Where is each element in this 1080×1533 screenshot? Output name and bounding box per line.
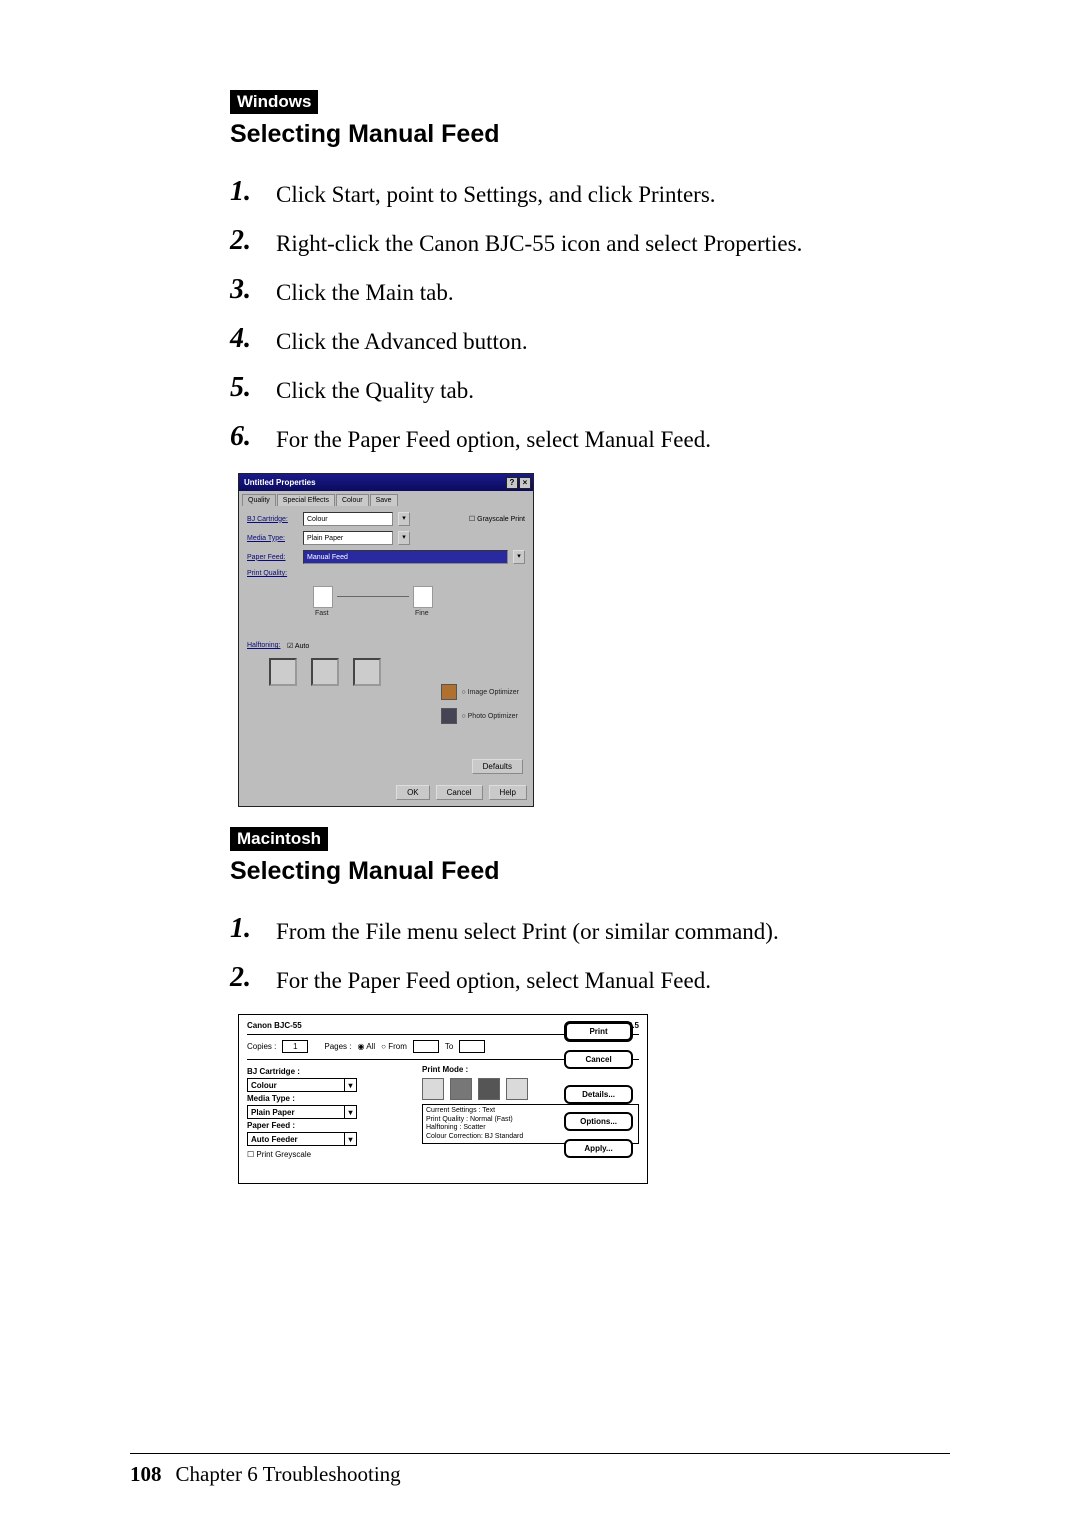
pages-label: Pages : (324, 1042, 351, 1051)
tabs: Quality Special Effects Colour Save (239, 491, 533, 506)
slider-fine-label: Fine (415, 610, 429, 617)
windows-steps: 1.Click Start, point to Settings, and cl… (230, 179, 950, 455)
print-button[interactable]: Print (564, 1021, 633, 1042)
image-optimizer-option[interactable]: ○ Image Optimizer (441, 684, 519, 700)
bj-cartridge-select[interactable]: Colour (303, 512, 393, 526)
chapter-label: Chapter 6 Troubleshooting (176, 1462, 401, 1487)
halftone-option[interactable] (353, 658, 381, 686)
bj-cartridge-select[interactable]: Colour▾ (247, 1078, 357, 1092)
step: 1.Click Start, point to Settings, and cl… (230, 179, 950, 210)
halftone-option[interactable] (311, 658, 339, 686)
pages-all-radio[interactable]: ◉ All (358, 1042, 376, 1051)
step-text: For the Paper Feed option, select Manual… (276, 968, 711, 993)
paper-feed-label: Paper Feed : (247, 1121, 412, 1130)
macintosh-title: Selecting Manual Feed (230, 857, 950, 886)
section-macintosh: Macintosh Selecting Manual Feed 1.From t… (230, 827, 950, 1184)
dialog-title: Untitled Properties (244, 478, 316, 487)
dialog-product: Canon BJC-55 (247, 1021, 302, 1030)
step: 5.Click the Quality tab. (230, 375, 950, 406)
step: 2.Right-click the Canon BJC-55 icon and … (230, 228, 950, 259)
step-text: Click the Advanced button. (276, 329, 528, 354)
mode-option[interactable] (450, 1078, 472, 1100)
step-text: Click the Main tab. (276, 280, 454, 305)
help-icon[interactable]: ? (506, 477, 518, 489)
step: 4.Click the Advanced button. (230, 326, 950, 357)
paper-feed-label: Paper Feed: (247, 554, 297, 561)
step: 2.For the Paper Feed option, select Manu… (230, 965, 950, 996)
windows-badge: Windows (230, 90, 318, 114)
grayscale-checkbox-label[interactable]: ☐ Grayscale Print (469, 515, 525, 523)
slider-fast-label: Fast (315, 610, 329, 617)
mac-print-dialog: Canon BJC-55 Version 3.5 Copies : 1 Page… (238, 1014, 648, 1184)
ok-button[interactable]: OK (396, 785, 430, 800)
cancel-button[interactable]: Cancel (436, 785, 483, 800)
media-type-select[interactable]: Plain Paper▾ (247, 1105, 357, 1119)
options-button[interactable]: Options... (564, 1112, 633, 1131)
mode-option[interactable] (422, 1078, 444, 1100)
macintosh-steps: 1.From the File menu select Print (or si… (230, 916, 950, 996)
to-label: To (445, 1042, 453, 1051)
step-text: From the File menu select Print (or simi… (276, 919, 779, 944)
dropdown-arrow-icon[interactable]: ▾ (398, 531, 410, 545)
tab-save[interactable]: Save (370, 494, 398, 506)
step-text: Click the Quality tab. (276, 378, 474, 403)
page-footer: 108 Chapter 6 Troubleshooting (130, 1453, 950, 1487)
paper-feed-select[interactable]: Auto Feeder▾ (247, 1132, 357, 1146)
print-quality-slider[interactable]: Fast Fine (247, 580, 525, 636)
media-type-select[interactable]: Plain Paper (303, 531, 393, 545)
tab-special-effects[interactable]: Special Effects (277, 494, 335, 506)
paper-feed-select[interactable]: Manual Feed (303, 550, 508, 564)
step: 1.From the File menu select Print (or si… (230, 916, 950, 947)
tab-colour[interactable]: Colour (336, 494, 369, 506)
help-button[interactable]: Help (489, 785, 527, 800)
step-text: Right-click the Canon BJC-55 icon and se… (276, 231, 802, 256)
apply-button[interactable]: Apply... (564, 1139, 633, 1158)
photo-optimizer-icon (441, 708, 457, 724)
from-input[interactable] (413, 1040, 439, 1053)
pages-from-radio[interactable]: ○ From (381, 1042, 407, 1051)
dropdown-arrow-icon: ▾ (344, 1106, 356, 1118)
image-optimizer-icon (441, 684, 457, 700)
photo-optimizer-option[interactable]: ○ Photo Optimizer (441, 708, 519, 724)
media-type-label: Media Type : (247, 1094, 412, 1103)
window-controls: ? × (506, 477, 531, 489)
windows-title: Selecting Manual Feed (230, 120, 950, 149)
step: 6.For the Paper Feed option, select Manu… (230, 424, 950, 455)
close-icon[interactable]: × (519, 477, 531, 489)
halftone-option[interactable] (269, 658, 297, 686)
printer-icon (413, 586, 433, 608)
step-text: Click Start, point to Settings, and clic… (276, 182, 716, 207)
print-quality-label: Print Quality: (247, 570, 525, 577)
bj-cartridge-label: BJ Cartridge : (247, 1067, 412, 1076)
copies-input[interactable]: 1 (282, 1040, 308, 1053)
step-text: For the Paper Feed option, select Manual… (276, 427, 711, 452)
section-windows: Windows Selecting Manual Feed 1.Click St… (230, 90, 950, 807)
dropdown-arrow-icon: ▾ (344, 1133, 356, 1145)
media-type-label: Media Type: (247, 535, 297, 542)
dropdown-arrow-icon[interactable]: ▾ (398, 512, 410, 526)
bj-cartridge-label: BJ Cartridge: (247, 516, 297, 523)
printer-icon (313, 586, 333, 608)
step: 3.Click the Main tab. (230, 277, 950, 308)
greyscale-checkbox[interactable]: ☐ Print Greyscale (247, 1150, 412, 1159)
mode-option[interactable] (506, 1078, 528, 1100)
windows-properties-dialog: Untitled Properties ? × Quality Special … (238, 473, 534, 807)
macintosh-badge: Macintosh (230, 827, 328, 851)
details-button[interactable]: Details... (564, 1085, 633, 1104)
halftoning-value[interactable]: ☑ Auto (287, 642, 309, 650)
halftone-options (269, 658, 525, 686)
page-number: 108 (130, 1462, 162, 1487)
mode-option[interactable] (478, 1078, 500, 1100)
copies-label: Copies : (247, 1042, 276, 1051)
dropdown-arrow-icon[interactable]: ▾ (513, 550, 525, 564)
defaults-button[interactable]: Defaults (472, 759, 523, 774)
to-input[interactable] (459, 1040, 485, 1053)
halftoning-label: Halftoning: (247, 642, 283, 649)
tab-quality[interactable]: Quality (242, 494, 276, 506)
dropdown-arrow-icon: ▾ (344, 1079, 356, 1091)
cancel-button[interactable]: Cancel (564, 1050, 633, 1069)
